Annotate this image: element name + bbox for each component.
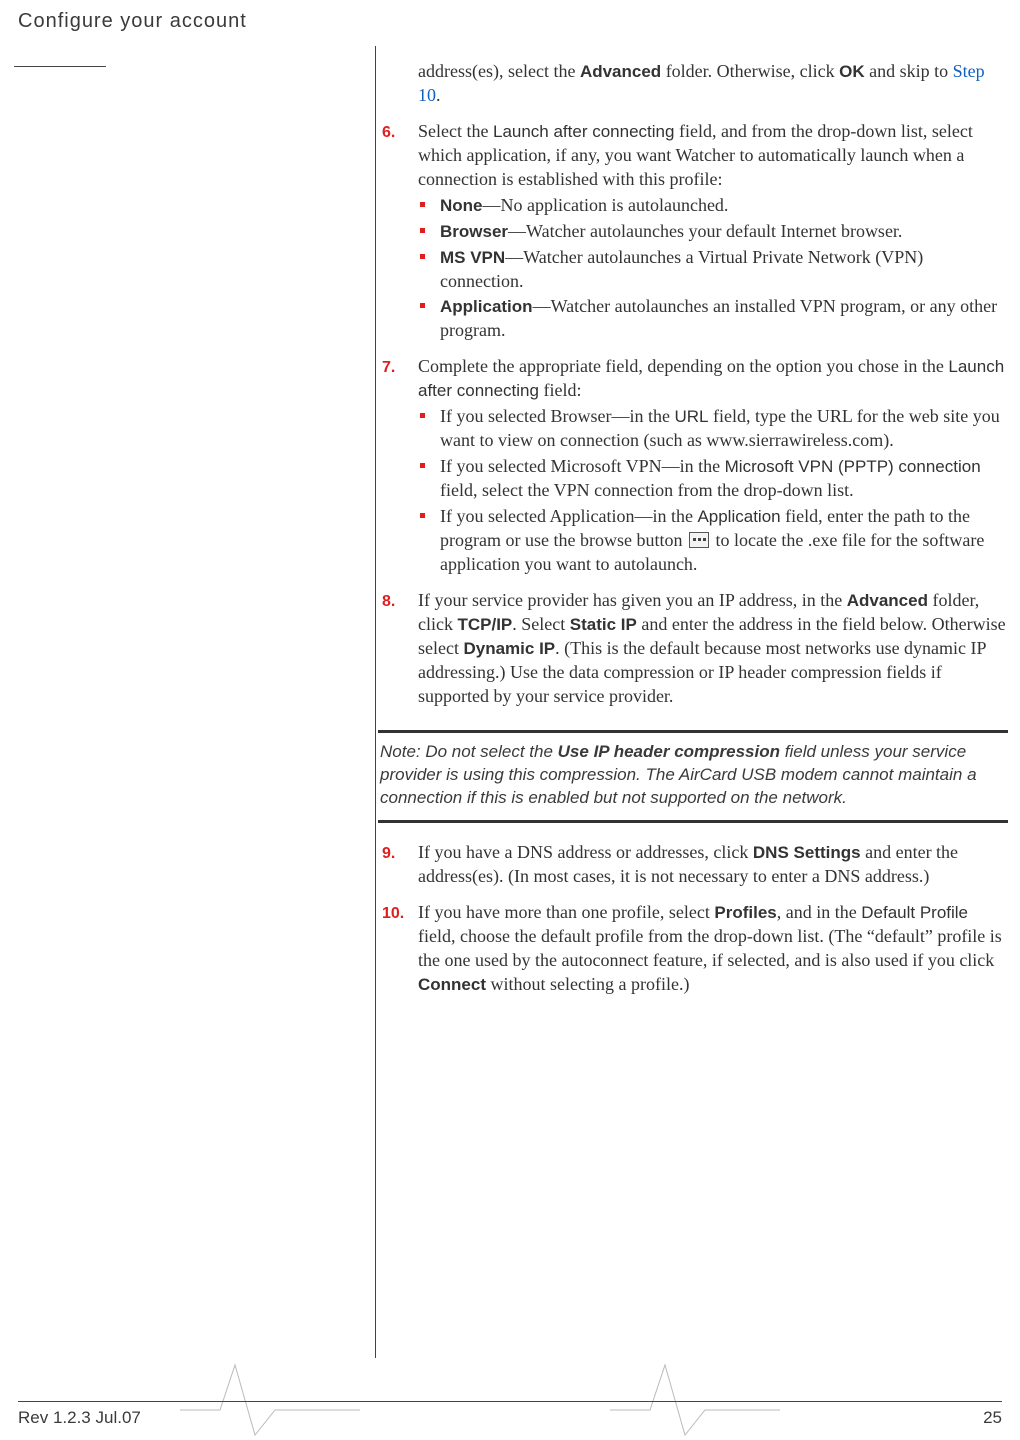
dns-settings-label: DNS Settings: [753, 843, 861, 862]
text: Complete the appropriate field, dependin…: [418, 356, 948, 376]
text: If you selected Browser—in the: [440, 406, 674, 426]
option-msvpn: MS VPN: [440, 248, 505, 267]
text: If you have more than one profile, selec…: [418, 902, 714, 922]
step-number: 10.: [382, 903, 404, 924]
page-footer: Rev 1.2.3 Jul.07 25: [18, 1401, 1002, 1428]
text: —Watcher autolaunches your default Inter…: [508, 221, 902, 241]
list-item: Browser—Watcher autolaunches your defaul…: [418, 220, 1008, 244]
text: If you have a DNS address or addresses, …: [418, 842, 753, 862]
profiles-label: Profiles: [714, 903, 776, 922]
text: without selecting a profile.): [486, 974, 689, 994]
footer-rule: [18, 1401, 1002, 1402]
list-item: If you selected Microsoft VPN—in the Mic…: [418, 455, 1008, 503]
step7-bullets: If you selected Browser—in the URL field…: [418, 405, 1008, 577]
text: field, choose the default profile from t…: [418, 926, 1002, 970]
static-ip-label: Static IP: [570, 615, 637, 634]
url-field-label: URL: [674, 407, 708, 426]
step-number: 7.: [382, 357, 395, 378]
step-number: 9.: [382, 843, 395, 864]
main-content: address(es), select the Advanced folder.…: [382, 60, 1008, 997]
step-9: 9. If you have a DNS address or addresse…: [382, 841, 1008, 889]
text: , and in the: [777, 902, 861, 922]
list-item: Application—Watcher autolaunches an inst…: [418, 295, 1008, 343]
text: —Watcher autolaunches a Virtual Private …: [440, 247, 923, 291]
list-item: If you selected Browser—in the URL field…: [418, 405, 1008, 453]
text: field:: [539, 380, 582, 400]
text: .: [436, 85, 441, 105]
step6-bullets: None—No application is autolaunched. Bro…: [418, 194, 1008, 344]
connect-button-label: Connect: [418, 975, 486, 994]
field-label: Launch after connecting: [493, 122, 674, 141]
text: field, select the VPN connection from th…: [440, 480, 854, 500]
text: Note: Do not select the: [380, 742, 558, 761]
option-none: None: [440, 196, 483, 215]
ok-button-label: OK: [839, 62, 865, 81]
bullet-icon: [420, 513, 425, 518]
advanced-folder-label: Advanced: [580, 62, 661, 81]
step-7: 7. Complete the appropriate field, depen…: [382, 355, 1008, 576]
text: If you selected Microsoft VPN—in the: [440, 456, 725, 476]
option-browser: Browser: [440, 222, 508, 241]
text: . Select: [512, 614, 569, 634]
note-callout: Note: Do not select the Use IP header co…: [378, 730, 1008, 823]
list-item: MS VPN—Watcher autolaunches a Virtual Pr…: [418, 246, 1008, 294]
application-field-label: Application: [697, 507, 780, 526]
bullet-icon: [420, 463, 425, 468]
bullet-icon: [420, 254, 425, 259]
bullet-icon: [420, 202, 425, 207]
msvpn-field-label: Microsoft VPN (PPTP) connection: [725, 457, 981, 476]
text: If your service provider has given you a…: [418, 590, 847, 610]
bullet-icon: [420, 413, 425, 418]
step-8: 8. If your service provider has given yo…: [382, 589, 1008, 709]
step-number: 6.: [382, 122, 395, 143]
text: and skip to: [865, 61, 953, 81]
step-6: 6. Select the Launch after connecting fi…: [382, 120, 1008, 343]
tcpip-label: TCP/IP: [457, 615, 512, 634]
default-profile-field-label: Default Profile: [861, 903, 968, 922]
option-application: Application: [440, 297, 533, 316]
text: If you selected Application—in the: [440, 506, 697, 526]
text: Select the: [418, 121, 493, 141]
step-10: 10. If you have more than one profile, s…: [382, 901, 1008, 997]
list-item: None—No application is autolaunched.: [418, 194, 1008, 218]
dynamic-ip-label: Dynamic IP: [463, 639, 555, 658]
ip-header-compression-label: Use IP header compression: [558, 742, 780, 761]
intro-continuation: address(es), select the Advanced folder.…: [382, 60, 1008, 108]
header-underline: [14, 66, 106, 67]
text: folder. Otherwise, click: [661, 61, 839, 81]
list-item: If you selected Application—in the Appli…: [418, 505, 1008, 577]
bullet-icon: [420, 303, 425, 308]
text: —No application is autolaunched.: [483, 195, 729, 215]
page-number: 25: [983, 1408, 1002, 1428]
browse-button-icon[interactable]: [689, 532, 709, 548]
advanced-folder-label: Advanced: [847, 591, 928, 610]
text: address(es), select the: [418, 61, 580, 81]
vertical-divider: [375, 46, 376, 1358]
step-number: 8.: [382, 591, 395, 612]
page-header-title: Configure your account: [18, 10, 247, 33]
bullet-icon: [420, 228, 425, 233]
revision-label: Rev 1.2.3 Jul.07: [18, 1408, 141, 1428]
